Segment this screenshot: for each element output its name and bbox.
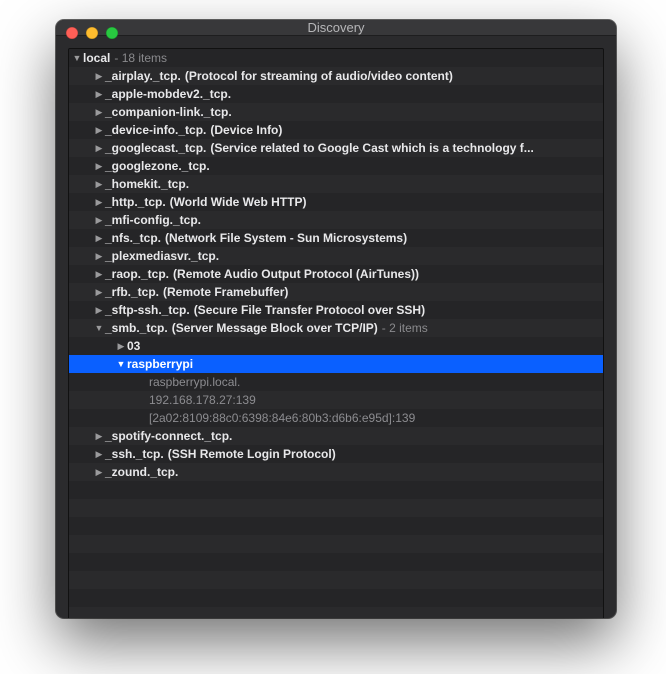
disclosure-right-icon[interactable]: ▶ (93, 107, 105, 118)
service-row[interactable]: ▶_googlezone._tcp. (69, 157, 603, 175)
disclosure-right-icon[interactable]: ▶ (93, 215, 105, 226)
content-area: ▼ local - 18 items ▶_airplay._tcp.(Proto… (56, 36, 616, 618)
empty-row (69, 517, 603, 535)
disclosure-right-icon[interactable]: ▶ (93, 233, 105, 244)
empty-row (69, 607, 603, 618)
titlebar[interactable]: Discovery (56, 20, 616, 36)
disclosure-right-icon[interactable]: ▶ (93, 449, 105, 460)
disclosure-right-icon[interactable]: ▶ (93, 71, 105, 82)
service-row[interactable]: ▶_mfi-config._tcp. (69, 211, 603, 229)
disclosure-right-icon[interactable]: ▶ (93, 161, 105, 172)
host-detail[interactable]: raspberrypi.local. (69, 373, 603, 391)
window-title: Discovery (56, 20, 616, 35)
smb-child-raspberrypi[interactable]: ▼ raspberrypi (69, 355, 603, 373)
disclosure-right-icon[interactable]: ▶ (93, 179, 105, 190)
service-row[interactable]: ▶_raop._tcp.(Remote Audio Output Protoco… (69, 265, 603, 283)
disclosure-right-icon[interactable]: ▶ (93, 125, 105, 136)
service-row[interactable]: ▶_sftp-ssh._tcp.(Secure File Transfer Pr… (69, 301, 603, 319)
disclosure-down-icon[interactable]: ▼ (115, 359, 127, 369)
empty-row (69, 481, 603, 499)
service-row[interactable]: ▶_homekit._tcp. (69, 175, 603, 193)
disclosure-right-icon[interactable]: ▶ (93, 431, 105, 442)
service-row[interactable]: ▶_airplay._tcp.(Protocol for streaming o… (69, 67, 603, 85)
disclosure-right-icon[interactable]: ▶ (93, 89, 105, 100)
service-row-smb[interactable]: ▼ _smb._tcp. (Server Message Block over … (69, 319, 603, 337)
disclosure-right-icon[interactable]: ▶ (93, 269, 105, 280)
service-row[interactable]: ▶_apple-mobdev2._tcp. (69, 85, 603, 103)
service-row[interactable]: ▶_plexmediasvr._tcp. (69, 247, 603, 265)
empty-row (69, 589, 603, 607)
service-row[interactable]: ▶_googlecast._tcp.(Service related to Go… (69, 139, 603, 157)
disclosure-down-icon[interactable]: ▼ (93, 323, 105, 333)
close-icon[interactable] (66, 27, 78, 39)
service-row[interactable]: ▶_device-info._tcp.(Device Info) (69, 121, 603, 139)
host-detail[interactable]: [2a02:8109:88c0:6398:84e6:80b3:d6b6:e95d… (69, 409, 603, 427)
service-row[interactable]: ▶_ssh._tcp.(SSH Remote Login Protocol) (69, 445, 603, 463)
smb-child-03[interactable]: ▶ 03 (69, 337, 603, 355)
empty-row (69, 499, 603, 517)
empty-row (69, 535, 603, 553)
service-tree[interactable]: ▼ local - 18 items ▶_airplay._tcp.(Proto… (68, 48, 604, 618)
disclosure-right-icon[interactable]: ▶ (93, 305, 105, 316)
tree-root-local[interactable]: ▼ local - 18 items (69, 49, 603, 67)
app-window: Discovery ▼ local - 18 items ▶_airplay._… (56, 20, 616, 618)
service-row[interactable]: ▶_companion-link._tcp. (69, 103, 603, 121)
empty-row (69, 571, 603, 589)
root-meta: - 18 items (114, 51, 167, 65)
service-row[interactable]: ▶_zound._tcp. (69, 463, 603, 481)
service-row[interactable]: ▶_nfs._tcp.(Network File System - Sun Mi… (69, 229, 603, 247)
empty-row (69, 553, 603, 571)
disclosure-right-icon[interactable]: ▶ (93, 251, 105, 262)
service-row[interactable]: ▶_rfb._tcp.(Remote Framebuffer) (69, 283, 603, 301)
service-row[interactable]: ▶_http._tcp.(World Wide Web HTTP) (69, 193, 603, 211)
host-detail[interactable]: 192.168.178.27:139 (69, 391, 603, 409)
minimize-icon[interactable] (86, 27, 98, 39)
disclosure-right-icon[interactable]: ▶ (93, 467, 105, 478)
disclosure-right-icon[interactable]: ▶ (115, 341, 127, 352)
disclosure-down-icon[interactable]: ▼ (71, 53, 83, 63)
zoom-icon[interactable] (106, 27, 118, 39)
disclosure-right-icon[interactable]: ▶ (93, 143, 105, 154)
disclosure-right-icon[interactable]: ▶ (93, 197, 105, 208)
root-label: local (83, 51, 110, 65)
disclosure-right-icon[interactable]: ▶ (93, 287, 105, 298)
service-row[interactable]: ▶_spotify-connect._tcp. (69, 427, 603, 445)
